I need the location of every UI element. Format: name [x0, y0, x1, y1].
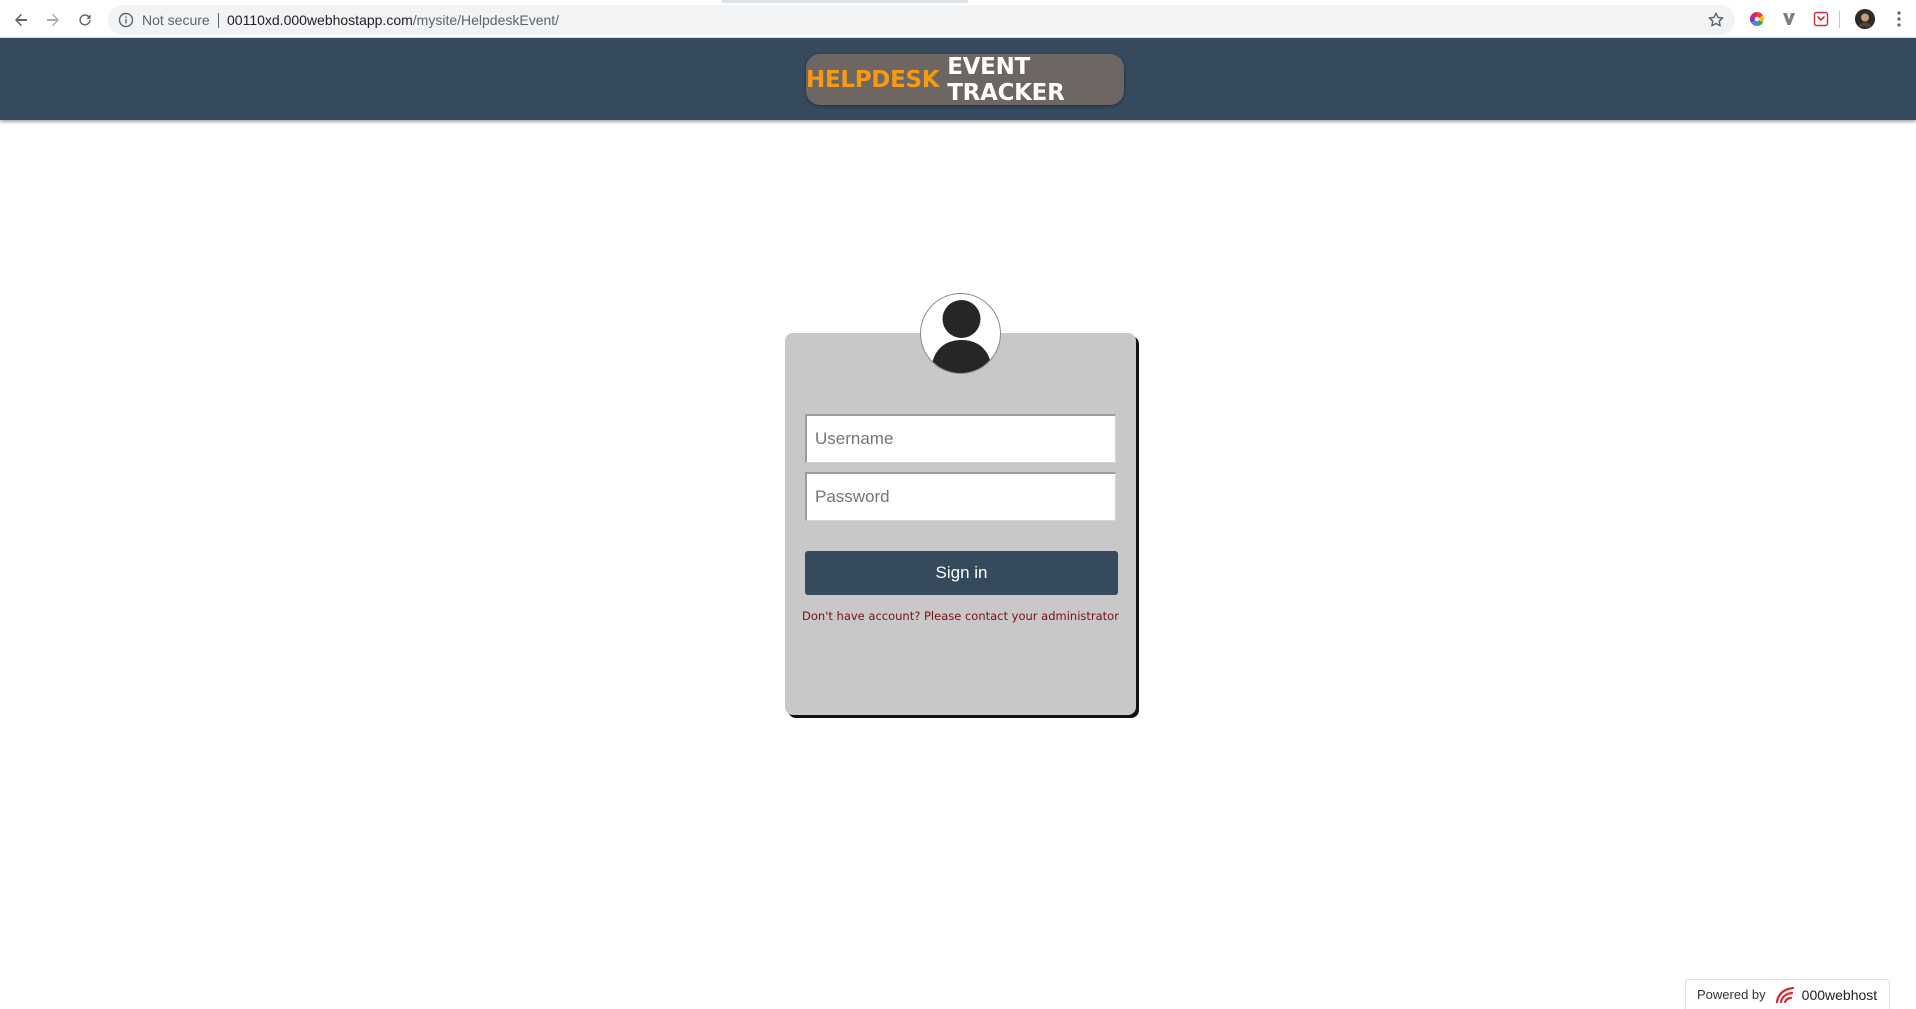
browser-toolbar: Not secure 00110xd.000webhostapp.com/mys…: [0, 0, 1916, 38]
url-path: /mysite/HelpdeskEvent/: [412, 12, 560, 28]
url-host: 00110xd.000webhostapp.com: [227, 12, 413, 28]
url-text[interactable]: 00110xd.000webhostapp.com/mysite/Helpdes…: [227, 5, 559, 35]
back-button[interactable]: [8, 7, 34, 33]
security-label[interactable]: Not secure: [142, 5, 210, 35]
site-logo[interactable]: HELPDESK EVENT TRACKER: [806, 53, 1124, 106]
powered-by-badge[interactable]: Powered by 000webhost: [1685, 979, 1890, 1009]
site-header: HELPDESK EVENT TRACKER: [0, 38, 1916, 120]
logo-helpdesk-text: HELPDESK: [806, 66, 940, 93]
v-extension-icon[interactable]: [1779, 9, 1799, 29]
star-icon[interactable]: [1707, 11, 1725, 29]
info-icon[interactable]: [118, 12, 134, 28]
back-icon: [15, 13, 27, 27]
pocket-glyph: [1813, 11, 1829, 27]
login-card: [785, 333, 1136, 715]
more-menu-icon[interactable]: [1893, 9, 1905, 29]
powered-by-label: Powered by: [1697, 987, 1766, 1002]
profile-avatar[interactable]: [1855, 9, 1875, 29]
reload-button[interactable]: [72, 7, 98, 33]
address-bar[interactable]: Not secure 00110xd.000webhostapp.com/mys…: [108, 5, 1735, 35]
active-tab-indicator: [722, 0, 968, 3]
profile-glyph: [1855, 9, 1875, 29]
omnibox-separator: [218, 13, 219, 28]
toolbar-divider: [1839, 11, 1840, 28]
color-wheel-extension-icon[interactable]: [1747, 9, 1767, 29]
contact-admin-note[interactable]: Don't have account? Please contact your …: [785, 609, 1136, 623]
000webhost-logo-icon: [1775, 986, 1794, 1003]
password-input[interactable]: [805, 472, 1116, 521]
color-wheel-glyph: [1750, 12, 1764, 26]
user-silhouette: [931, 300, 992, 373]
reload-icon: [79, 14, 91, 26]
forward-button[interactable]: [40, 7, 66, 33]
v-glyph: [1783, 13, 1795, 25]
forward-icon: [47, 13, 59, 27]
sign-in-button[interactable]: Sign in: [805, 551, 1118, 595]
logo-event-tracker-text: EVENT TRACKER: [947, 53, 1065, 106]
user-icon: [920, 293, 1001, 374]
powered-by-brand: 000webhost: [1801, 986, 1878, 1003]
pocket-extension-icon[interactable]: [1811, 9, 1831, 29]
username-input[interactable]: [805, 414, 1116, 463]
